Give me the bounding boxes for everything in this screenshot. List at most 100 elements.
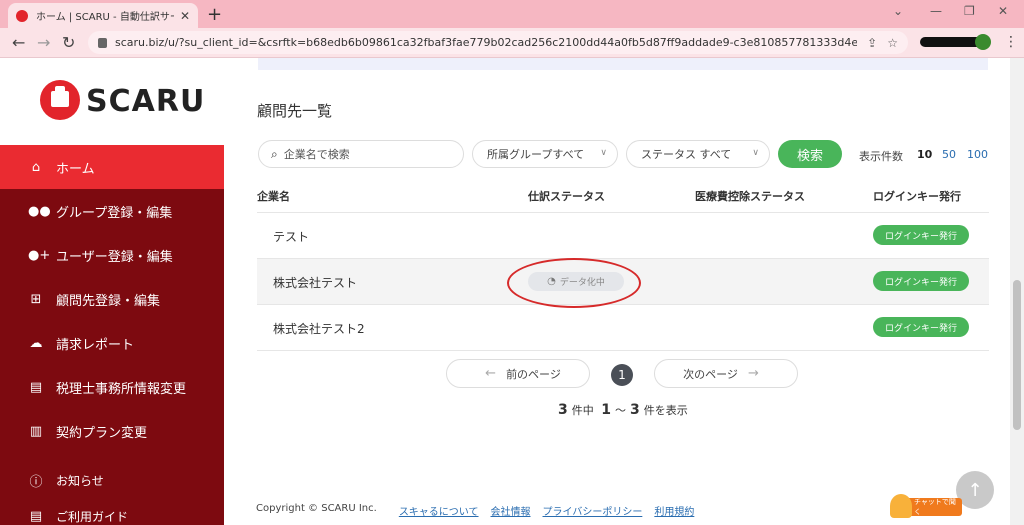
forward-icon[interactable]: → bbox=[37, 33, 50, 52]
next-page-label: 次のページ bbox=[683, 367, 738, 381]
info-icon: ⓘ bbox=[29, 474, 43, 490]
column-header-company: 企業名 bbox=[257, 190, 290, 203]
column-header-journal-status: 仕訳ステータス bbox=[528, 190, 605, 203]
tab-title: ホーム | SCARU - 自動仕訳サービス bbox=[36, 12, 174, 23]
sidebar-item-label: 税理士事務所情報変更 bbox=[56, 381, 187, 397]
reload-icon[interactable]: ↻ bbox=[62, 33, 75, 52]
result-count: 3 件中 1 〜 3 件を表示 bbox=[554, 402, 688, 418]
sidebar-item-label: 契約プラン変更 bbox=[56, 425, 148, 441]
browser-tab[interactable]: ホーム | SCARU - 自動仕訳サービス ✕ bbox=[8, 3, 198, 28]
minimize-icon[interactable]: — bbox=[930, 4, 942, 18]
scaru-logo-icon bbox=[40, 80, 80, 120]
document-icon: ▤ bbox=[29, 379, 43, 395]
cloud-download-icon: ☁ bbox=[29, 335, 43, 351]
column-header-medical-status: 医療費控除ステータス bbox=[695, 190, 805, 203]
arrow-up-icon: ↑ bbox=[967, 479, 983, 501]
sidebar-item-groups[interactable]: ●● グループ登録・編集 bbox=[0, 189, 224, 233]
users-icon: ●● bbox=[28, 203, 51, 219]
per-page-10[interactable]: 10 bbox=[917, 148, 932, 161]
sidebar-item-plan[interactable]: ▥ 契約プラン変更 bbox=[0, 409, 224, 453]
browser-tab-bar: ホーム | SCARU - 自動仕訳サービス ✕ + ⌄ — ❐ ✕ bbox=[0, 0, 1024, 28]
sidebar-item-label: 請求レポート bbox=[56, 337, 135, 353]
status-select-value: ステータス すべて bbox=[641, 148, 732, 161]
chevron-down-icon: ∨ bbox=[752, 148, 759, 158]
plus-square-icon: ⊞ bbox=[30, 291, 42, 307]
company-name[interactable]: 株式会社テスト bbox=[273, 274, 357, 291]
url-field[interactable]: scaru.biz/u/?su_client_id=&csrftk=b68edb… bbox=[88, 31, 908, 54]
status-select[interactable]: ステータス すべて ∨ bbox=[626, 140, 770, 168]
login-key-button[interactable]: ログインキー発行 bbox=[873, 271, 969, 291]
bookmark-star-icon[interactable]: ☆ bbox=[887, 36, 898, 50]
footer-link-company[interactable]: 会社情報 bbox=[491, 503, 531, 518]
range-start: 1 bbox=[601, 402, 611, 418]
per-page-50[interactable]: 50 bbox=[942, 148, 956, 161]
logo-text: SCARU bbox=[86, 84, 206, 119]
group-select[interactable]: 所属グループすべて ∨ bbox=[472, 140, 618, 168]
search-icon: ⌕ bbox=[271, 146, 278, 161]
sidebar-item-home[interactable]: ⌂ ホーム bbox=[0, 145, 224, 189]
sidebar-item-billing-report[interactable]: ☁ 請求レポート bbox=[0, 321, 224, 365]
login-key-button[interactable]: ログインキー発行 bbox=[873, 317, 969, 337]
building-icon: ▥ bbox=[29, 423, 43, 439]
column-header-login-key: ログインキー発行 bbox=[873, 190, 961, 203]
close-tab-icon[interactable]: ✕ bbox=[180, 9, 190, 23]
prev-page-button[interactable]: ← 前のページ bbox=[446, 359, 590, 388]
chat-avatar-icon[interactable] bbox=[890, 494, 912, 518]
logo-area[interactable]: SCARU bbox=[0, 58, 224, 145]
book-icon: ▤ bbox=[29, 508, 43, 524]
footer-link-about[interactable]: スキャるについて bbox=[399, 503, 479, 518]
sidebar-item-guide[interactable]: ▤ ご利用ガイド bbox=[0, 498, 224, 525]
group-select-value: 所属グループすべて bbox=[487, 148, 585, 161]
maximize-icon[interactable]: ❐ bbox=[964, 4, 975, 18]
table-header: 企業名 仕訳ステータス 医療費控除ステータス ログインキー発行 bbox=[257, 180, 989, 213]
new-tab-icon[interactable]: + bbox=[207, 4, 222, 25]
search-button[interactable]: 検索 bbox=[778, 140, 842, 168]
total-count: 3 bbox=[558, 402, 568, 418]
sidebar-item-label: グループ登録・編集 bbox=[56, 205, 173, 221]
count-suffix: 件を表示 bbox=[643, 404, 688, 417]
company-name[interactable]: テスト bbox=[273, 228, 309, 245]
sidebar-item-users[interactable]: ●+ ユーザー登録・編集 bbox=[0, 233, 224, 277]
home-icon: ⌂ bbox=[31, 159, 41, 175]
red-annotation-circle bbox=[507, 258, 641, 308]
page-title: 顧問先一覧 bbox=[257, 102, 333, 120]
browser-menu-icon[interactable]: ⋮ bbox=[1004, 34, 1018, 50]
share-icon[interactable]: ⇪ bbox=[867, 36, 877, 50]
tab-search-icon[interactable]: ⌄ bbox=[893, 4, 903, 18]
table-row: テスト ログインキー発行 bbox=[257, 213, 989, 259]
footer-link-terms[interactable]: 利用規約 bbox=[654, 503, 694, 518]
chevron-down-icon: ∨ bbox=[600, 148, 607, 158]
favicon-icon bbox=[16, 9, 28, 22]
lock-icon bbox=[98, 37, 107, 48]
next-page-button[interactable]: 次のページ → bbox=[654, 359, 798, 388]
arrow-right-icon: → bbox=[747, 366, 759, 381]
search-input[interactable] bbox=[283, 147, 454, 161]
table-row: 株式会社テスト2 ログインキー発行 bbox=[257, 305, 989, 351]
sidebar-item-clients[interactable]: ⊞ 顧問先登録・編集 bbox=[0, 277, 224, 321]
profile-avatar[interactable] bbox=[975, 34, 991, 50]
per-page-100[interactable]: 100 bbox=[967, 148, 988, 161]
login-key-button[interactable]: ログインキー発行 bbox=[873, 225, 969, 245]
sidebar-item-label: お知らせ bbox=[56, 473, 104, 488]
footer-link-privacy[interactable]: プライバシーポリシー bbox=[543, 503, 643, 518]
sidebar: SCARU ⌂ ホーム ●● グループ登録・編集 ●+ ユーザー登録・編集 ⊞ … bbox=[0, 58, 224, 525]
per-page-label: 表示件数 bbox=[859, 150, 903, 163]
table-row: 株式会社テスト ◔ データ化中 ログインキー発行 bbox=[257, 258, 989, 308]
close-window-icon[interactable]: ✕ bbox=[998, 4, 1008, 18]
url-text: scaru.biz/u/?su_client_id=&csrftk=b68edb… bbox=[115, 36, 858, 49]
copyright: Copyright © SCARU Inc. bbox=[256, 503, 377, 514]
main-content: 顧問先一覧 ⌕ 所属グループすべて ∨ ステータス すべて ∨ 検索 表示件数 … bbox=[224, 58, 1010, 525]
sidebar-item-label: 顧問先登録・編集 bbox=[56, 293, 161, 309]
back-icon[interactable]: ← bbox=[12, 33, 25, 52]
arrow-left-icon: ← bbox=[485, 366, 497, 381]
sidebar-item-news[interactable]: ⓘ お知らせ bbox=[0, 462, 224, 498]
prev-page-label: 前のページ bbox=[506, 367, 561, 381]
footer: Copyright © SCARU Inc. スキャるについて 会社情報 プライ… bbox=[256, 503, 694, 518]
company-name[interactable]: 株式会社テスト2 bbox=[273, 320, 365, 337]
scrollbar-thumb[interactable] bbox=[1013, 280, 1021, 430]
sidebar-item-office-info[interactable]: ▤ 税理士事務所情報変更 bbox=[0, 365, 224, 409]
sidebar-item-label: ご利用ガイド bbox=[56, 509, 129, 524]
search-box[interactable]: ⌕ bbox=[258, 140, 464, 168]
page-number-current[interactable]: 1 bbox=[611, 364, 633, 386]
sidebar-item-label: ユーザー登録・編集 bbox=[56, 249, 173, 265]
